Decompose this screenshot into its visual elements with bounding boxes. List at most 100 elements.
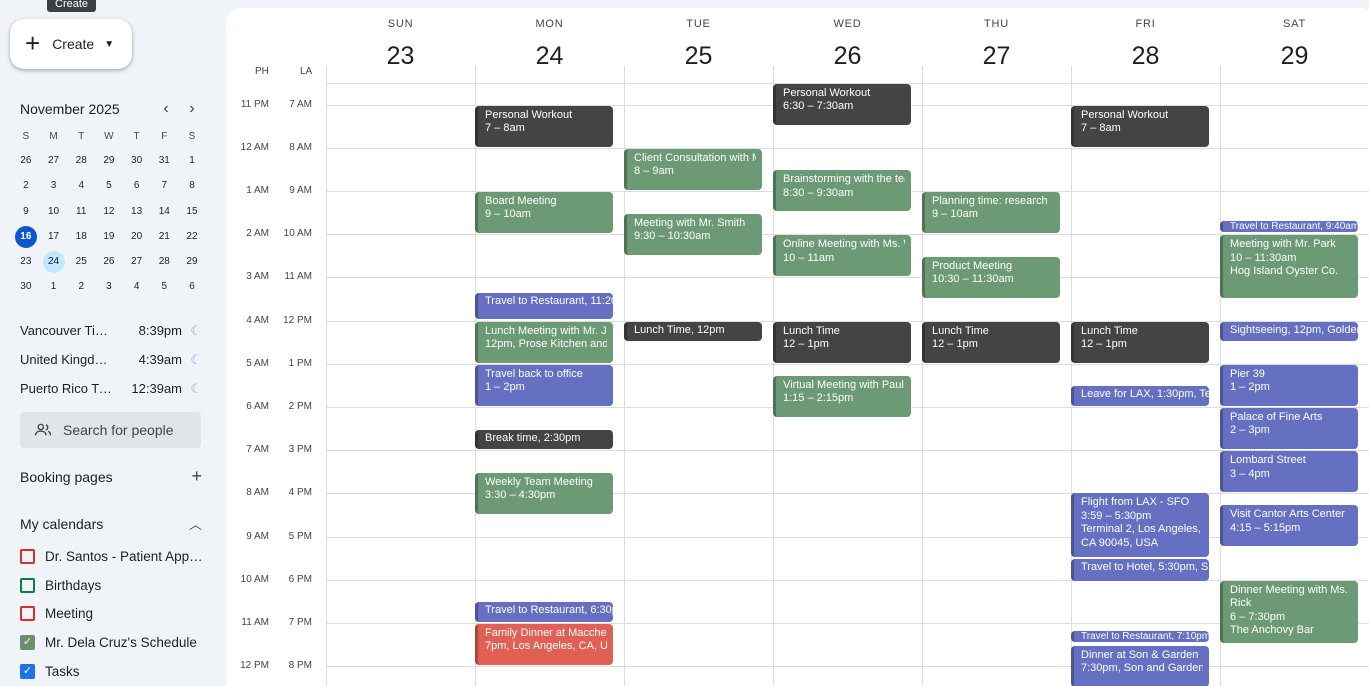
day-number[interactable]: 25 bbox=[624, 42, 773, 71]
calendar-checkbox[interactable]: ✓ bbox=[20, 634, 35, 650]
mini-day[interactable]: 12 bbox=[95, 199, 123, 224]
mini-day[interactable]: 22 bbox=[178, 224, 206, 249]
calendar-item[interactable]: Birthdays bbox=[20, 571, 210, 600]
mini-day[interactable]: 6 bbox=[123, 173, 151, 198]
calendar-event[interactable]: Meeting with Mr. Smith 9:30 – 10:30am bbox=[624, 213, 762, 255]
mini-day[interactable]: 4 bbox=[123, 274, 151, 299]
calendar-event[interactable]: Dinner at Son & Garden 7:30pm, Son and Ga… bbox=[1071, 645, 1209, 686]
mini-day[interactable]: 29 bbox=[95, 148, 123, 173]
calendar-event[interactable]: Dinner Meeting with Ms. Rick 6 – 7:30pm Th… bbox=[1220, 580, 1358, 644]
calendar-event[interactable]: Brainstorming with the team8:30 – 9:30am bbox=[773, 170, 911, 212]
mini-day[interactable]: 30 bbox=[123, 148, 151, 173]
mini-day[interactable]: 2 bbox=[67, 274, 95, 299]
mini-day[interactable]: 14 bbox=[150, 199, 178, 224]
calendar-checkbox[interactable]: ✓ bbox=[20, 663, 35, 679]
mini-day[interactable]: 5 bbox=[150, 274, 178, 299]
mini-day[interactable]: 9 bbox=[12, 199, 40, 224]
calendar-checkbox[interactable] bbox=[20, 577, 35, 593]
day-number[interactable]: 26 bbox=[773, 42, 922, 71]
mini-day[interactable]: 15 bbox=[178, 199, 206, 224]
calendar-event[interactable]: Client Consultation with Mrs.8 – 9am bbox=[624, 148, 762, 190]
my-calendars-section[interactable]: My calendars ︿ bbox=[20, 514, 202, 533]
calendar-event[interactable]: Lunch Time 12 – 1pm bbox=[1071, 321, 1209, 363]
calendar-item[interactable]: Meeting bbox=[20, 599, 210, 628]
chevron-right-icon[interactable]: › bbox=[179, 100, 205, 118]
calendar-event[interactable]: Personal Workout 7 – 8am bbox=[475, 105, 613, 147]
day-number[interactable]: 28 bbox=[1071, 42, 1220, 71]
calendar-event[interactable]: Visit Cantor Arts Center 4:15 – 5:15pm bbox=[1220, 505, 1358, 547]
mini-day[interactable]: 26 bbox=[95, 249, 123, 274]
day-number[interactable]: 23 bbox=[326, 42, 475, 71]
mini-day[interactable]: 8 bbox=[178, 173, 206, 198]
mini-day[interactable]: 1 bbox=[178, 148, 206, 173]
calendar-event[interactable]: Lombard Street 3 – 4pm bbox=[1220, 451, 1358, 493]
search-people-input[interactable]: Search for people bbox=[20, 412, 201, 448]
mini-day[interactable]: 26 bbox=[12, 148, 40, 173]
mini-day[interactable]: 21 bbox=[150, 224, 178, 249]
mini-day[interactable]: 27 bbox=[40, 148, 68, 173]
calendar-event[interactable]: Travel to Restaurant, 11:20am bbox=[475, 292, 613, 320]
mini-day[interactable]: 19 bbox=[95, 224, 123, 249]
mini-day[interactable]: 25 bbox=[67, 249, 95, 274]
calendar-event[interactable]: Travel back to office 1 – 2pm bbox=[475, 364, 613, 406]
calendar-event[interactable]: Lunch Meeting with Mr. Jones12pm, Prose … bbox=[475, 321, 613, 363]
calendar-event[interactable]: Flight from LAX - SFO 3:59 – 5:30pm Termin… bbox=[1071, 493, 1209, 558]
mini-day[interactable]: 16 bbox=[12, 224, 40, 249]
calendar-event[interactable]: Lunch Time 12 – 1pm bbox=[922, 321, 1060, 363]
calendar-event[interactable]: Family Dinner at Maccheroni7pm, Los Ange… bbox=[475, 623, 613, 666]
chevron-left-icon[interactable]: ‹ bbox=[153, 100, 179, 118]
calendar-event[interactable]: Travel to Hotel, 5:30pm, SFO bbox=[1071, 559, 1209, 581]
calendar-event[interactable]: Leave for LAX, 1:30pm, Terminal 2 bbox=[1071, 386, 1209, 406]
calendar-event[interactable]: Travel to Restaurant, 6:30pm bbox=[475, 602, 613, 622]
calendar-checkbox[interactable] bbox=[20, 548, 35, 564]
mini-day[interactable]: 2 bbox=[12, 173, 40, 198]
calendar-item[interactable]: ✓ Mr. Dela Cruz's Schedule bbox=[20, 628, 210, 657]
mini-day[interactable]: 31 bbox=[150, 148, 178, 173]
calendar-event[interactable]: Personal Workout 6:30 – 7:30am bbox=[773, 83, 911, 126]
day-number[interactable]: 27 bbox=[922, 42, 1071, 71]
mini-day[interactable]: 27 bbox=[123, 249, 151, 274]
calendar-event[interactable]: Board Meeting 9 – 10am bbox=[475, 191, 613, 234]
mini-day[interactable]: 28 bbox=[67, 148, 95, 173]
calendar-event[interactable]: Weekly Team Meeting 3:30 – 4:30pm bbox=[475, 472, 613, 514]
mini-day[interactable]: 13 bbox=[123, 199, 151, 224]
calendar-event[interactable]: Lunch Time, 12pm bbox=[624, 321, 762, 342]
day-number[interactable]: 24 bbox=[475, 42, 624, 71]
calendar-event[interactable]: Break time, 2:30pm bbox=[475, 429, 613, 450]
booking-pages-section[interactable]: Booking pages + bbox=[20, 466, 202, 487]
calendar-event[interactable]: Travel to Restaurant, 9:40am bbox=[1220, 220, 1358, 232]
calendar-event[interactable]: Meeting with Mr. Park 10 – 11:30am Hog Isl… bbox=[1220, 235, 1358, 298]
add-icon[interactable]: + bbox=[191, 466, 202, 487]
calendar-event[interactable]: Travel to Restaurant, 7:10pm bbox=[1071, 631, 1209, 643]
mini-day[interactable]: 24 bbox=[40, 249, 68, 274]
calendar-event[interactable]: Product Meeting 10:30 – 11:30am bbox=[922, 256, 1060, 298]
calendar-event[interactable]: Virtual Meeting with Paul 1:15 – 2:15pm bbox=[773, 375, 911, 417]
calendar-event[interactable]: Pier 39 1 – 2pm bbox=[1220, 364, 1358, 406]
mini-day[interactable]: 10 bbox=[40, 199, 68, 224]
calendar-item[interactable]: ✓ Tasks bbox=[20, 657, 210, 686]
caret-down-icon[interactable]: ▼ bbox=[104, 39, 114, 50]
calendar-event[interactable]: Personal Workout 7 – 8am bbox=[1071, 105, 1209, 147]
calendar-event[interactable]: Sightseeing, 12pm, Golden Gate bbox=[1220, 321, 1358, 342]
mini-day[interactable]: 30 bbox=[12, 274, 40, 299]
calendar-event[interactable]: Planning time: research 9 – 10am bbox=[922, 191, 1060, 234]
mini-day[interactable]: 29 bbox=[178, 249, 206, 274]
mini-day[interactable]: 4 bbox=[67, 173, 95, 198]
mini-day[interactable]: 1 bbox=[40, 274, 68, 299]
day-number[interactable]: 29 bbox=[1220, 42, 1369, 71]
mini-day[interactable]: 23 bbox=[12, 249, 40, 274]
calendar-checkbox[interactable] bbox=[20, 606, 35, 622]
mini-day[interactable]: 5 bbox=[95, 173, 123, 198]
calendar-event[interactable]: Palace of Fine Arts 2 – 3pm bbox=[1220, 407, 1358, 450]
mini-day[interactable]: 18 bbox=[67, 224, 95, 249]
mini-day[interactable]: 28 bbox=[150, 249, 178, 274]
mini-day[interactable]: 7 bbox=[150, 173, 178, 198]
mini-day[interactable]: 3 bbox=[95, 274, 123, 299]
calendar-event[interactable]: Online Meeting with Ms. Wong10 – 11am bbox=[773, 235, 911, 277]
create-button[interactable]: + Create ▼ bbox=[10, 19, 132, 69]
calendar-event[interactable]: Lunch Time 12 – 1pm bbox=[773, 321, 911, 363]
mini-day[interactable]: 17 bbox=[40, 224, 68, 249]
mini-day[interactable]: 6 bbox=[178, 274, 206, 299]
calendar-item[interactable]: Dr. Santos - Patient Appoi... bbox=[20, 542, 210, 571]
mini-day[interactable]: 11 bbox=[67, 199, 95, 224]
